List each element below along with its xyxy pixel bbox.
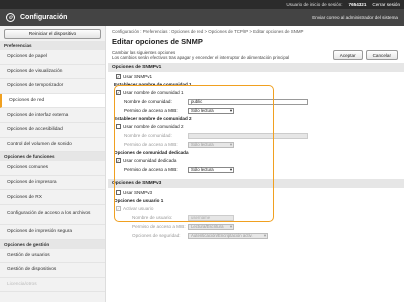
community1-name-label: Nombre de comunidad: [124, 99, 172, 105]
username-row: Nombre de usuario: username [108, 213, 404, 222]
breadcrumb: Configuración : Preferencias : Opciones … [112, 29, 304, 34]
community2-heading: Establecer nombre de comunidad 2 [114, 116, 192, 122]
use-community1-checkbox[interactable]: ✓ [116, 90, 121, 96]
chevron-down-icon: ▾ [229, 166, 232, 172]
community2-name-row: Nombre de comunidad: [108, 131, 404, 140]
enable-user-label: Activar usuario [123, 206, 154, 212]
sidebar-item-external-interface[interactable]: Opciones de interfaz externa [0, 108, 105, 123]
sidebar-item-volume[interactable]: Control del volumen de sonido [0, 138, 105, 153]
community1-name-row: Nombre de comunidad: public [108, 97, 404, 106]
top-bar: Usuario de inicio de sesión: 7654321 Cer… [0, 0, 404, 9]
use-community2-checkbox[interactable] [116, 124, 121, 130]
use-dedicated-row: ✓ Usar comunidad dedicada [108, 156, 404, 165]
enable-user-checkbox[interactable]: ✓ [116, 206, 121, 212]
use-snmpv1-label: Usar SNMPv1 [123, 74, 153, 80]
ok-button[interactable]: Aceptar [332, 50, 363, 60]
security-value: Autenticación/Encriptación activ. [191, 233, 253, 239]
main-content: Configuración : Preferencias : Opciones … [108, 26, 404, 302]
community2-name-input[interactable] [188, 132, 308, 140]
reset-device-button[interactable]: Reiniciar el dispositivo [4, 29, 101, 39]
login-user-id: 7654321 [348, 2, 367, 7]
use-snmpv3-row: Usar SNMPv3 [108, 188, 404, 197]
sidebar-item-file-access[interactable]: Configuración de acceso a los archivos [0, 205, 105, 225]
enable-user-row: ✓ Activar usuario [108, 204, 404, 213]
dedicated-perm-row: Permiso de acceso a MIB: Sólo lectura ▾ [108, 165, 404, 174]
chevron-down-icon: ▾ [229, 107, 232, 113]
page-title: Editar opciones de SNMP [112, 37, 203, 46]
logout-link[interactable]: Cerrar sesión [372, 2, 400, 7]
info-note: Cambiar las siguientes opciones Los camb… [112, 50, 290, 61]
use-snmpv3-checkbox[interactable] [116, 190, 121, 196]
sidebar: Reiniciar el dispositivo Preferencias Op… [0, 26, 106, 302]
use-snmpv3-label: Usar SNMPv3 [123, 190, 153, 196]
dedicated-perm-label: Permiso de acceso a MIB: [124, 167, 178, 173]
community2-name-label: Nombre de comunidad: [124, 133, 172, 139]
community1-heading: Establecer nombre de comunidad 1 [114, 82, 192, 88]
snmpv1-section-title: Opciones de SNMPv1 [108, 63, 404, 73]
sidebar-group-functions: Opciones de funciones [0, 152, 105, 162]
app-header: ⚙ Configuración Enviar correo al adminis… [0, 9, 404, 26]
cancel-button[interactable]: Cancelar [365, 50, 398, 60]
sidebar-item-display[interactable]: Opciones de visualización [0, 65, 105, 80]
community1-perm-select[interactable]: Sólo lectura ▾ [188, 107, 234, 115]
app-title: Configuración [20, 14, 68, 21]
community1-perm-label: Permiso de acceso a MIB: [124, 108, 178, 114]
email-admin-link[interactable]: Enviar correo al administrador del siste… [312, 15, 398, 20]
username-label: Nombre de usuario: [132, 215, 173, 221]
sidebar-item-secure-print[interactable]: Opciones de impresión segura [0, 225, 105, 240]
chevron-down-icon: ▾ [263, 232, 266, 238]
community2-perm-label: Permiso de acceso a MIB: [124, 142, 178, 148]
dedicated-community-heading: Opciones de comunidad dedicada [114, 150, 189, 156]
username-input[interactable]: username [188, 214, 234, 222]
chevron-down-icon: ▾ [229, 223, 232, 229]
use-dedicated-label: Usar comunidad dedicada [123, 158, 177, 164]
use-snmpv1-row: ✓ Usar SNMPv1 [108, 72, 404, 81]
sidebar-item-paper[interactable]: Opciones de papel [0, 50, 105, 65]
sidebar-item-network[interactable]: Opciones de red [0, 93, 105, 109]
sidebar-group-management: Opciones de gestión [0, 239, 105, 249]
community2-perm-select[interactable]: Sólo lectura ▾ [188, 141, 234, 149]
use-community2-row: Usar nombre de comunidad 2 [108, 122, 404, 131]
v3-perm-row: Permiso de acceso a MIB: Lectura/Escritu… [108, 222, 404, 231]
sidebar-item-devices[interactable]: Gestión de dispositivos [0, 263, 105, 278]
sidebar-item-license[interactable]: Licencia/otros [0, 278, 105, 293]
community2-perm-value: Sólo lectura [191, 142, 214, 148]
chevron-down-icon: ▾ [229, 141, 232, 147]
sidebar-item-common[interactable]: Opciones comunes [0, 161, 105, 176]
dedicated-perm-value: Sólo lectura [191, 167, 214, 173]
sidebar-item-timer[interactable]: Opciones de temporizador [0, 79, 105, 94]
sidebar-item-users[interactable]: Gestión de usuarios [0, 249, 105, 264]
community1-perm-value: Sólo lectura [191, 108, 214, 114]
security-row: Opciones de seguridad: Autenticación/Enc… [108, 231, 404, 240]
community1-name-input[interactable]: public [188, 98, 308, 106]
community2-perm-row: Permiso de acceso a MIB: Sólo lectura ▾ [108, 140, 404, 149]
sidebar-group-preferences: Preferencias [0, 41, 105, 50]
login-user-label: Usuario de inicio de sesión: [286, 2, 343, 7]
v3-perm-value: Lectura/Escritura [191, 224, 224, 230]
sidebar-item-printer[interactable]: Opciones de impresora [0, 176, 105, 191]
v3-perm-label: Permiso de acceso a MIB: [132, 224, 186, 230]
use-community2-label: Usar nombre de comunidad 2 [123, 124, 184, 130]
user1-heading: Opciones de usuario 1 [114, 198, 164, 204]
settings-logo-icon: ⚙ [6, 13, 15, 22]
use-snmpv1-checkbox[interactable]: ✓ [116, 74, 121, 80]
community1-perm-row: Permiso de acceso a MIB: Sólo lectura ▾ [108, 106, 404, 115]
dedicated-perm-select[interactable]: Sólo lectura ▾ [188, 166, 234, 174]
security-label: Opciones de seguridad: [132, 233, 181, 239]
sidebar-item-rx[interactable]: Opciones de RX [0, 190, 105, 205]
use-community1-label: Usar nombre de comunidad 1 [123, 90, 184, 96]
use-community1-row: ✓ Usar nombre de comunidad 1 [108, 88, 404, 97]
v3-perm-select[interactable]: Lectura/Escritura ▾ [188, 223, 234, 231]
use-dedicated-checkbox[interactable]: ✓ [116, 158, 121, 164]
snmpv3-section-title: Opciones de SNMPv3 [108, 179, 404, 189]
security-select[interactable]: Autenticación/Encriptación activ. ▾ [188, 232, 268, 240]
sidebar-item-accessibility[interactable]: Opciones de accesibilidad [0, 123, 105, 138]
action-buttons: Aceptar Cancelar [332, 50, 398, 60]
